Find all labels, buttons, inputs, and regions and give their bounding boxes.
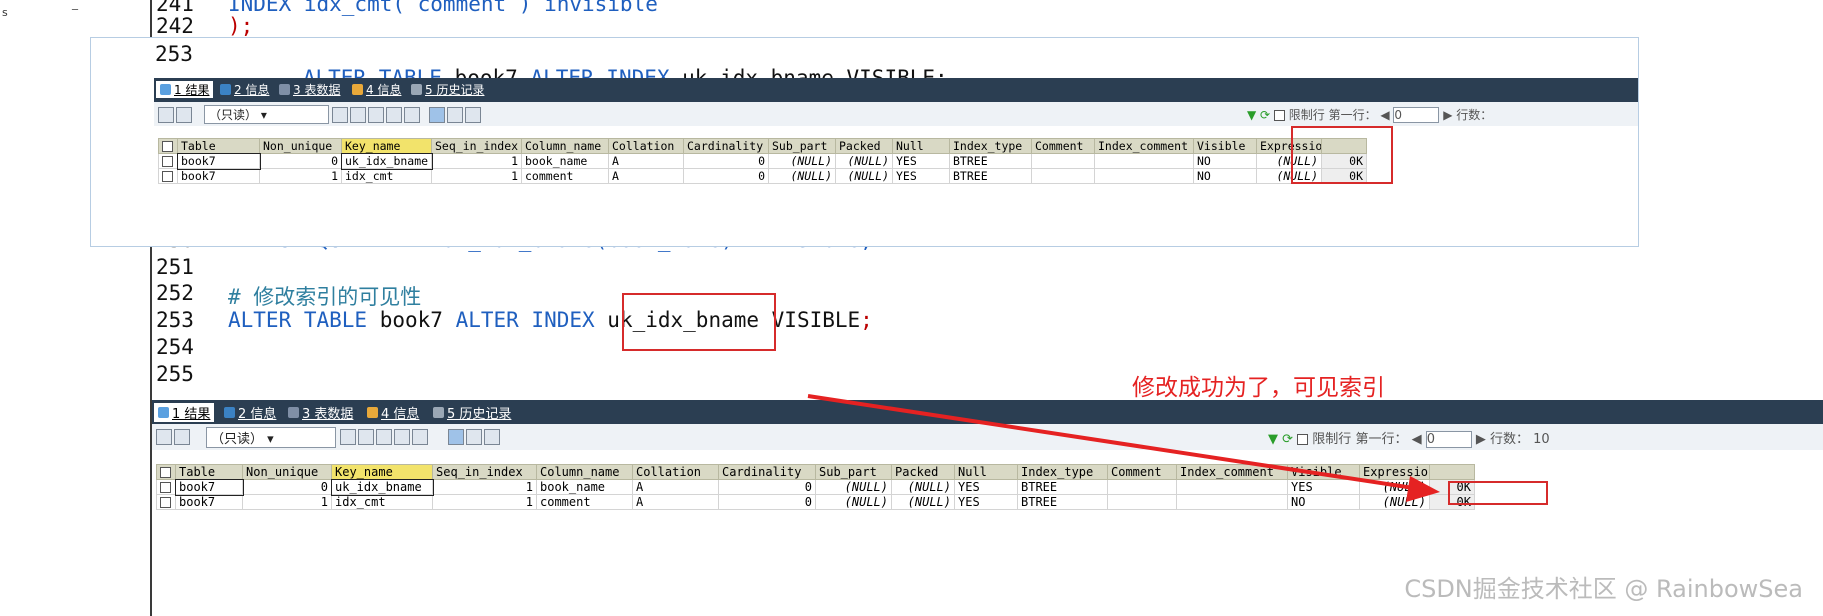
annotation-arrow — [807, 394, 1440, 502]
watermark: CSDN掘金技术社区 @ RainbowSea — [1404, 575, 1803, 603]
